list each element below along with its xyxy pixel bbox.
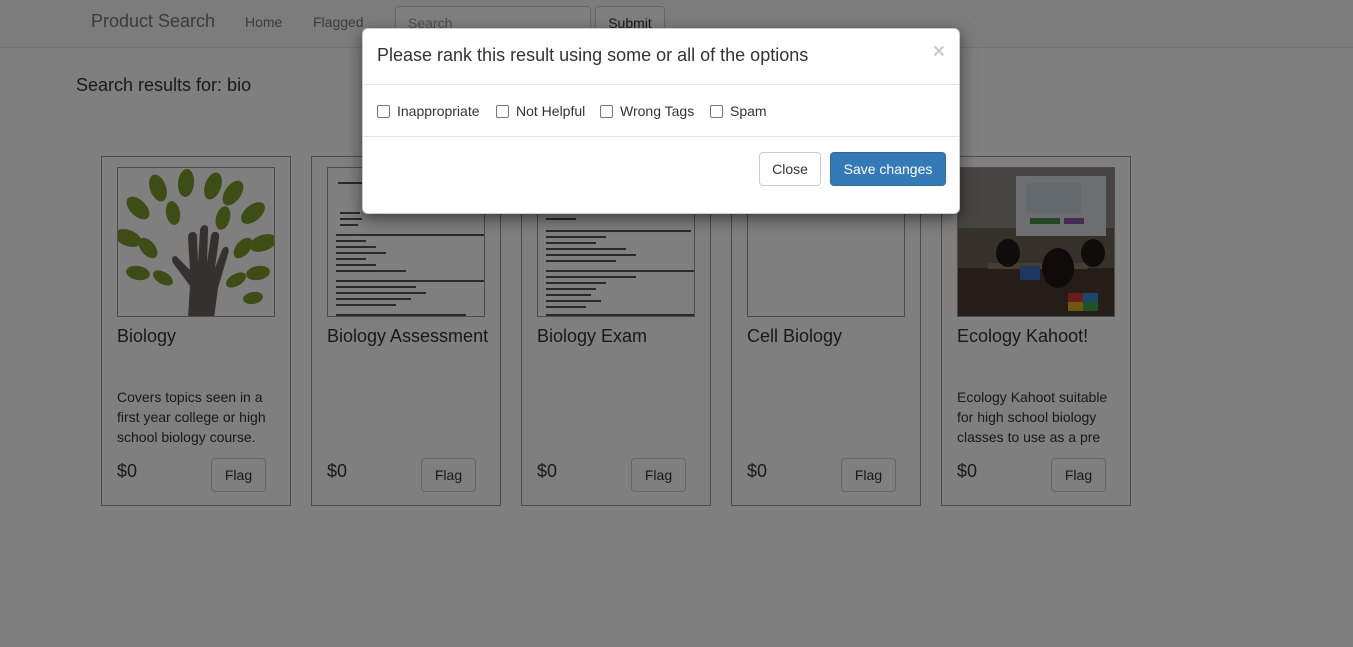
modal-header: Please rank this result using some or al…	[363, 29, 959, 85]
inappropriate-checkbox[interactable]	[377, 105, 390, 118]
page: Product Search Home Flagged Submit Searc…	[0, 0, 1353, 647]
option-label[interactable]: Wrong Tags	[620, 101, 694, 121]
save-changes-button[interactable]: Save changes	[830, 152, 946, 186]
close-icon[interactable]: ×	[933, 41, 945, 62]
option-label[interactable]: Inappropriate	[397, 101, 480, 121]
modal-body: Inappropriate Not Helpful Wrong Tags Spa…	[363, 85, 959, 137]
spam-checkbox[interactable]	[710, 105, 723, 118]
not-helpful-checkbox[interactable]	[496, 105, 509, 118]
modal-title: Please rank this result using some or al…	[377, 45, 809, 65]
close-button[interactable]: Close	[759, 152, 821, 186]
option-label[interactable]: Spam	[730, 101, 767, 121]
option-label[interactable]: Not Helpful	[516, 101, 585, 121]
wrong-tags-checkbox[interactable]	[600, 105, 613, 118]
rank-modal: Please rank this result using some or al…	[362, 28, 960, 214]
